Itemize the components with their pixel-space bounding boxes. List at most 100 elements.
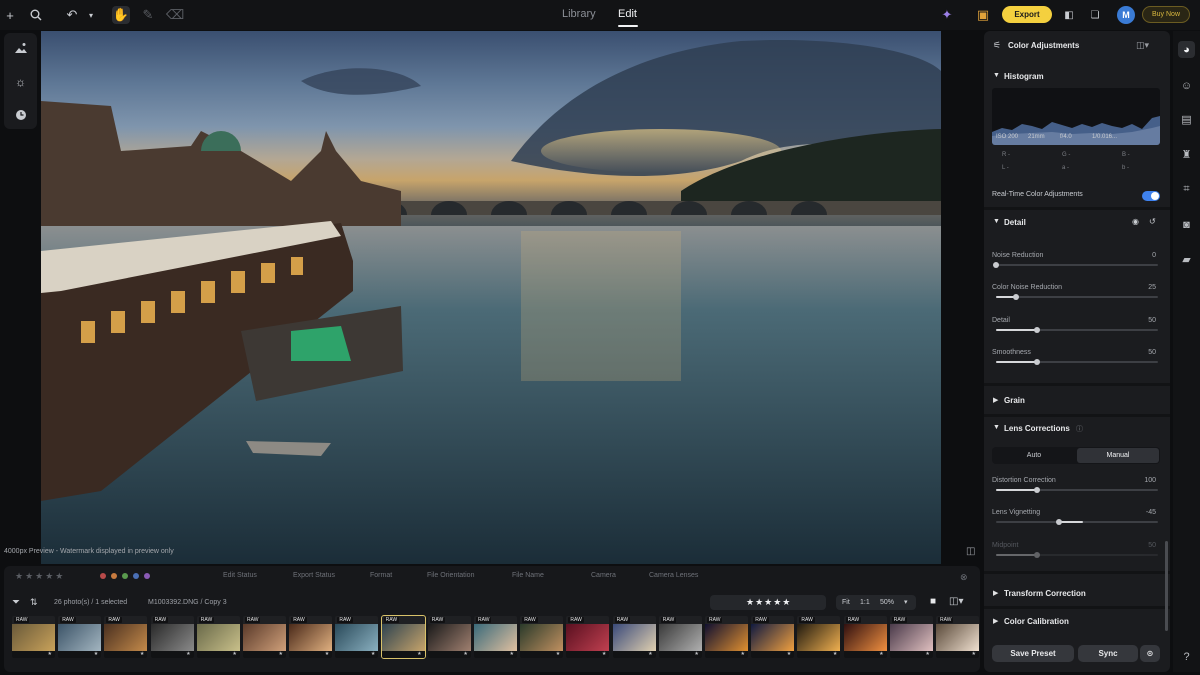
photo-canvas[interactable] (41, 31, 941, 564)
panel-scrollbar[interactable] (1165, 541, 1168, 631)
hand-icon[interactable]: ✋ (112, 6, 130, 24)
thumbnail[interactable]: RAW ★ (658, 616, 702, 658)
batch-icon[interactable]: ❏ (1086, 6, 1104, 24)
color-label-blue[interactable] (133, 573, 139, 579)
section-detail[interactable]: ▼ Detail ◉ ↺ (984, 215, 1170, 233)
sync-options-icon[interactable]: ⊙ (1140, 645, 1160, 662)
thumbnail[interactable]: RAW ★ (705, 616, 748, 658)
sync-button[interactable]: Sync (1078, 645, 1138, 662)
filter-file-name[interactable]: File Name (512, 572, 544, 579)
thumbnail[interactable]: RAW ★ (335, 616, 379, 658)
thumbnail[interactable]: RAW ★ (289, 616, 333, 658)
thumbnail[interactable]: RAW ★ (243, 616, 286, 658)
thumbnail[interactable]: RAW ★ (566, 616, 610, 658)
thumbnail[interactable]: RAW ★ (58, 616, 102, 658)
save-preset-button[interactable]: Save Preset (992, 645, 1074, 662)
sun-icon[interactable]: ☼ (12, 73, 29, 90)
thumbnail[interactable]: RAW ★ (612, 616, 656, 658)
split-view-icon[interactable]: ◫ (966, 546, 975, 557)
slider-knob[interactable] (1033, 359, 1040, 365)
rating-control[interactable]: ★★★★★ (710, 595, 826, 610)
realtime-toggle[interactable] (1142, 191, 1160, 201)
slider-knob[interactable] (1033, 552, 1040, 558)
filter-export-status[interactable]: Export Status (293, 572, 335, 579)
reset-icon[interactable]: ↺ (1149, 217, 1156, 226)
eye-icon[interactable]: ◉ (1132, 217, 1139, 226)
chevron-down-icon[interactable]: ▾ (904, 598, 908, 606)
filter-file-orientation[interactable]: File Orientation (427, 572, 474, 579)
zoom-value[interactable]: 50% (880, 599, 894, 606)
color-label-orange[interactable] (111, 573, 117, 579)
thumbnail[interactable]: RAW ★ (380, 615, 426, 659)
slider-track[interactable] (996, 327, 1158, 333)
slider-track[interactable] (996, 359, 1158, 365)
section-color-calibration[interactable]: ▶ Color Calibration (984, 614, 1170, 632)
zoom-fit[interactable]: Fit (842, 599, 850, 606)
question-icon[interactable]: ⓘ (1076, 424, 1083, 434)
single-view-icon[interactable]: ■ (930, 596, 936, 607)
filter-camera[interactable]: Camera (591, 572, 616, 579)
slider-value[interactable]: 0 (1152, 252, 1156, 259)
thumbnail[interactable]: RAW ★ (150, 616, 194, 658)
slider-track[interactable] (996, 294, 1158, 300)
slider-track[interactable] (996, 487, 1158, 493)
tab-library[interactable]: Library (562, 8, 596, 20)
zoom-control[interactable]: Fit 1:1 50% ▾ (836, 595, 916, 610)
slider-value[interactable]: 100 (1144, 477, 1156, 484)
slider-track[interactable] (996, 519, 1158, 525)
lens-manual-button[interactable]: Manual (1077, 448, 1159, 463)
color-label-purple[interactable] (144, 573, 150, 579)
add-icon[interactable]: + (1, 6, 19, 24)
undo-icon[interactable]: ↶ (63, 6, 81, 24)
clock-icon[interactable] (12, 106, 29, 123)
filter-camera-lenses[interactable]: Camera Lenses (649, 572, 698, 579)
slider-value[interactable]: 50 (1148, 317, 1156, 324)
grid-view-icon[interactable]: ◫▾ (949, 596, 963, 607)
slider-track[interactable] (996, 552, 1158, 558)
thumbnail[interactable]: RAW ★ (843, 616, 887, 658)
search-icon[interactable] (27, 6, 45, 24)
folder-icon[interactable]: ▰ (1178, 251, 1195, 268)
section-lens-corrections[interactable]: ▼ Lens Corrections ⓘ (984, 421, 1170, 439)
tab-edit[interactable]: Edit (618, 8, 637, 20)
color-label-green[interactable] (122, 573, 128, 579)
slider-knob[interactable] (1055, 519, 1062, 525)
panel-layout-icon[interactable]: ◫▾ (1136, 40, 1149, 51)
gift-icon[interactable]: ▣ (974, 6, 992, 24)
color-label-red[interactable] (100, 573, 106, 579)
close-filter-icon[interactable]: ⊗ (960, 572, 968, 583)
thumbnail[interactable]: RAW ★ (427, 616, 471, 658)
slider-track[interactable] (993, 262, 1158, 268)
thumbnail[interactable]: RAW ★ (196, 616, 240, 658)
palette-icon[interactable]: ◕ (1178, 41, 1195, 58)
section-histogram[interactable]: ▼ Histogram (984, 69, 1170, 87)
thumbnail[interactable]: RAW ★ (936, 616, 979, 658)
sort-icon[interactable]: ⇅ (30, 597, 38, 608)
filter-format[interactable]: Format (370, 572, 392, 579)
slider-value[interactable]: 50 (1148, 542, 1156, 549)
star-filter[interactable]: ★★★★★ (15, 571, 65, 582)
export-button[interactable]: Export (1002, 6, 1052, 23)
question-icon[interactable]: ? (1178, 648, 1195, 665)
slider-knob[interactable] (1013, 294, 1020, 300)
slider-value[interactable]: 50 (1148, 349, 1156, 356)
thumbnail[interactable]: RAW ★ (12, 616, 55, 658)
layers-icon[interactable]: ▤ (1178, 111, 1195, 128)
rating-stars[interactable]: ★★★★★ (746, 597, 791, 608)
slider-knob[interactable] (1033, 487, 1040, 493)
filter-icon[interactable]: ⏷ (12, 597, 20, 608)
zoom-1-1[interactable]: 1:1 (860, 599, 870, 606)
ai-icon[interactable]: ✦ (938, 6, 956, 24)
slider-knob[interactable] (993, 262, 999, 268)
thumbnail[interactable]: RAW ★ (104, 616, 148, 658)
person-icon[interactable]: ☺ (1178, 77, 1195, 94)
buy-now-button[interactable]: Buy Now (1142, 6, 1190, 23)
thumbnail[interactable]: RAW ★ (889, 616, 933, 658)
slider-value[interactable]: -45 (1146, 509, 1156, 516)
crop-icon[interactable]: ⌗ (1178, 181, 1195, 198)
thumbnail[interactable]: RAW ★ (797, 616, 841, 658)
avatar[interactable]: M (1117, 6, 1135, 24)
slider-knob[interactable] (1033, 327, 1040, 333)
thumbnail[interactable]: RAW ★ (474, 616, 517, 658)
thumbnail[interactable]: RAW ★ (751, 616, 795, 658)
